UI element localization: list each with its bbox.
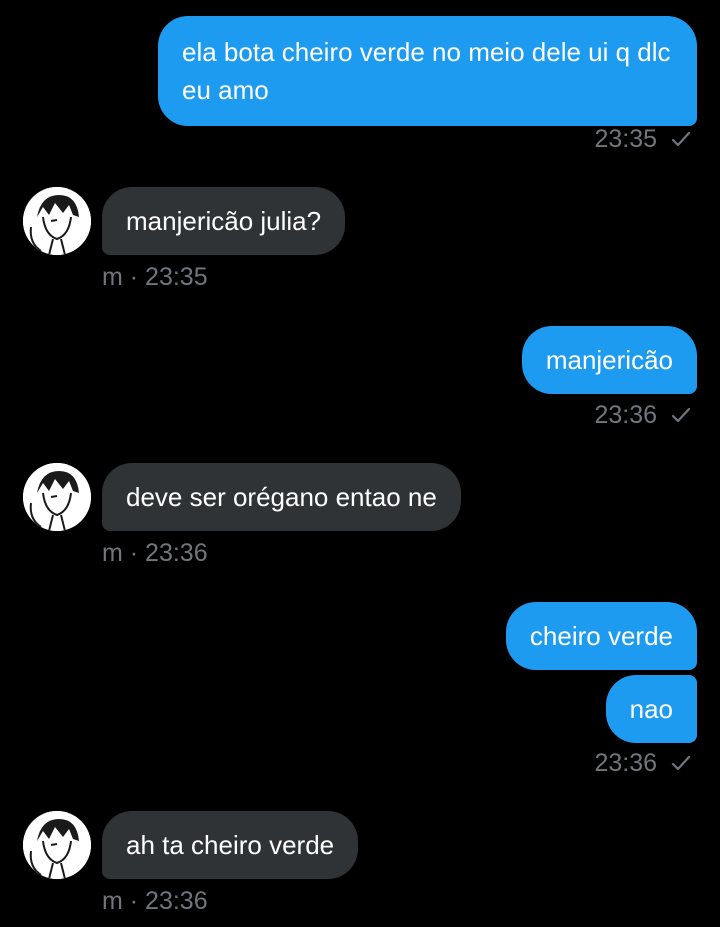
anime-avatar-icon [23, 187, 91, 255]
contact-avatar[interactable] [23, 463, 91, 531]
received-meta: m · 23:36 [102, 887, 208, 915]
checkmark-icon [671, 407, 691, 423]
message-timestamp: 23:36 [594, 748, 691, 778]
sent-message-bubble[interactable]: ela bota cheiro verde no meio dele ui q … [158, 16, 697, 126]
sent-message-bubble[interactable]: cheiro verde [505, 602, 697, 670]
received-meta: m · 23:36 [102, 539, 208, 567]
anime-avatar-icon [23, 463, 91, 531]
checkmark-icon [671, 755, 691, 771]
checkmark-icon [671, 131, 691, 147]
message-timestamp: 23:35 [594, 124, 691, 154]
timestamp-text: 23:36 [594, 749, 657, 777]
timestamp-text: 23:35 [594, 125, 657, 153]
received-message-bubble[interactable]: ah ta cheiro verde [102, 811, 359, 879]
sent-message-bubble[interactable]: nao [605, 675, 697, 743]
timestamp-text: 23:36 [594, 401, 657, 429]
received-meta: m · 23:35 [102, 263, 208, 291]
anime-avatar-icon [23, 811, 91, 879]
contact-avatar[interactable] [23, 811, 91, 879]
message-timestamp: 23:36 [594, 400, 691, 430]
contact-avatar[interactable] [23, 187, 91, 255]
conversation-thread: ela bota cheiro verde no meio dele ui q … [0, 0, 720, 927]
received-message-bubble[interactable]: manjericão julia? [102, 187, 346, 255]
received-message-bubble[interactable]: deve ser orégano entao ne [102, 463, 461, 531]
sent-message-bubble[interactable]: manjericão [521, 326, 697, 394]
